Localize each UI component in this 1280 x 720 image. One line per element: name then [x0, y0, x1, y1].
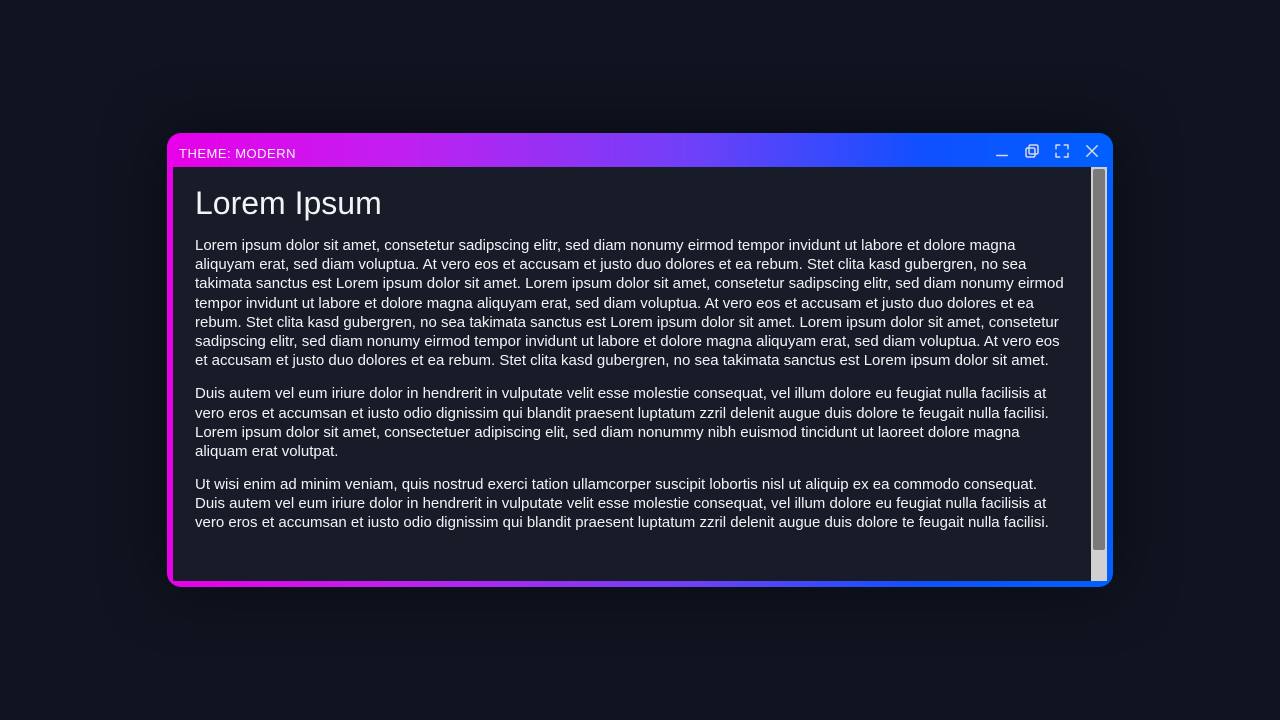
maximize-icon[interactable] — [1053, 142, 1071, 165]
scrollbar-thumb[interactable] — [1093, 169, 1105, 550]
content-paragraph: Duis autem vel eum iriure dolor in hendr… — [195, 384, 1069, 461]
minimize-icon[interactable] — [993, 142, 1011, 165]
close-icon[interactable] — [1083, 142, 1101, 165]
restore-icon[interactable] — [1023, 142, 1041, 165]
window-controls — [993, 142, 1101, 165]
modal-window: THEME: MODERN Lorem Ipsum Lorem ipsum do… — [167, 133, 1113, 587]
content-paragraph: Ut wisi enim ad minim veniam, quis nostr… — [195, 475, 1069, 533]
titlebar[interactable]: THEME: MODERN — [173, 139, 1107, 167]
content-area: Lorem Ipsum Lorem ipsum dolor sit amet, … — [173, 167, 1091, 581]
window-body: Lorem Ipsum Lorem ipsum dolor sit amet, … — [173, 167, 1107, 581]
window-title: THEME: MODERN — [179, 146, 993, 161]
content-heading: Lorem Ipsum — [195, 185, 1069, 222]
scrollbar[interactable] — [1091, 167, 1107, 581]
content-paragraph: Lorem ipsum dolor sit amet, consetetur s… — [195, 236, 1069, 370]
